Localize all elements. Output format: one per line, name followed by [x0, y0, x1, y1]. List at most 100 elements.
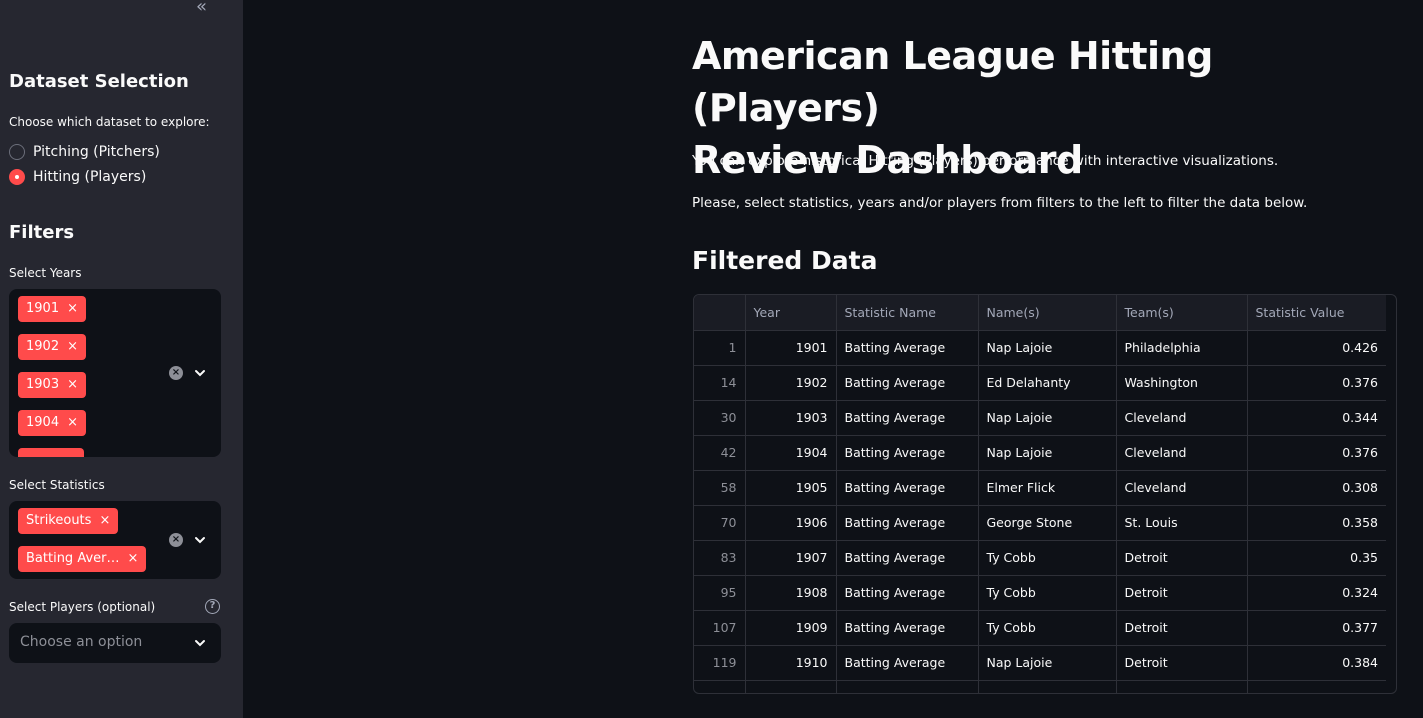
collapse-sidebar-icon[interactable]: « [196, 0, 216, 16]
table-row-partial[interactable] [694, 680, 1386, 693]
remove-tag-icon[interactable]: × [99, 508, 110, 534]
table-row[interactable]: 119 1910 Batting Average Nap Lajoie Detroit 0… [694, 645, 1386, 681]
table-cell[interactable]: Detroit [1116, 610, 1248, 646]
table-cell[interactable]: 0.376 [1247, 435, 1386, 471]
data-table[interactable]: Year Statistic Name Name(s) Team(s) Stat… [693, 294, 1397, 694]
table-cell[interactable]: Elmer Flick [978, 470, 1117, 506]
table-cell[interactable]: Batting Average [836, 470, 979, 506]
statistics-multiselect[interactable]: Strikeouts × Batting Aver… × × [9, 501, 221, 579]
table-row[interactable]: 83 1907 Batting Average Ty Cobb Detroit 0.35 [694, 540, 1386, 576]
help-icon[interactable]: ? [205, 599, 220, 614]
remove-tag-icon[interactable]: × [67, 410, 78, 436]
table-row[interactable]: 107 1909 Batting Average Ty Cobb Detroit 0.37… [694, 610, 1386, 646]
table-cell[interactable]: Detroit [1116, 540, 1248, 576]
table-row[interactable]: 58 1905 Batting Average Elmer Flick Clevelan… [694, 470, 1386, 506]
table-cell[interactable]: 0.384 [1247, 645, 1386, 681]
table-row[interactable]: 70 1906 Batting Average George Stone St. Lou… [694, 505, 1386, 541]
table-cell[interactable]: 0.426 [1247, 330, 1386, 366]
table-cell[interactable]: Ty Cobb [978, 610, 1117, 646]
players-select[interactable]: Choose an option [9, 623, 221, 663]
table-cell[interactable]: Batting Average [836, 505, 979, 541]
table-cell[interactable]: 95 [694, 575, 746, 611]
radio-checked-icon[interactable] [9, 169, 25, 185]
column-header-index[interactable] [694, 295, 746, 331]
table-cell[interactable]: Batting Average [836, 400, 979, 436]
clear-all-icon[interactable]: × [169, 533, 183, 547]
table-cell[interactable]: Batting Average [836, 540, 979, 576]
remove-tag-icon[interactable]: × [67, 372, 78, 398]
table-cell[interactable]: 1907 [745, 540, 837, 576]
table-cell[interactable] [1116, 680, 1248, 693]
radio-pitching[interactable]: Pitching (Pitchers) [9, 142, 160, 162]
table-cell[interactable]: 30 [694, 400, 746, 436]
table-cell[interactable] [836, 680, 979, 693]
table-cell[interactable]: 1906 [745, 505, 837, 541]
years-multiselect[interactable]: 1901 × 1902 × 1903 × 1904 × × [9, 289, 221, 457]
table-cell[interactable]: Batting Average [836, 645, 979, 681]
table-cell[interactable]: Cleveland [1116, 470, 1248, 506]
table-cell[interactable]: Nap Lajoie [978, 330, 1117, 366]
table-cell[interactable]: Ed Delahanty [978, 365, 1117, 401]
table-cell[interactable]: 70 [694, 505, 746, 541]
table-cell[interactable]: Batting Average [836, 330, 979, 366]
table-cell[interactable] [745, 680, 837, 693]
table-cell[interactable]: 0.376 [1247, 365, 1386, 401]
table-cell[interactable]: Philadelphia [1116, 330, 1248, 366]
table-cell[interactable]: 14 [694, 365, 746, 401]
table-cell[interactable]: 107 [694, 610, 746, 646]
table-cell[interactable]: 0.344 [1247, 400, 1386, 436]
table-cell[interactable]: St. Louis [1116, 505, 1248, 541]
table-cell[interactable]: 83 [694, 540, 746, 576]
table-cell[interactable]: Nap Lajoie [978, 645, 1117, 681]
table-cell[interactable]: Batting Average [836, 435, 979, 471]
table-cell[interactable]: Nap Lajoie [978, 435, 1117, 471]
table-row[interactable]: 14 1902 Batting Average Ed Delahanty Washing… [694, 365, 1386, 401]
table-cell[interactable]: 1909 [745, 610, 837, 646]
table-cell[interactable]: 1903 [745, 400, 837, 436]
table-row[interactable]: 1 1901 Batting Average Nap Lajoie Philadelph… [694, 330, 1386, 366]
table-cell[interactable] [694, 680, 746, 693]
table-cell[interactable]: 1901 [745, 330, 837, 366]
table-cell[interactable]: Detroit [1116, 645, 1248, 681]
table-cell[interactable]: Detroit [1116, 575, 1248, 611]
table-row[interactable]: 95 1908 Batting Average Ty Cobb Detroit 0.324 [694, 575, 1386, 611]
table-row[interactable]: 30 1903 Batting Average Nap Lajoie Cleveland… [694, 400, 1386, 436]
table-cell[interactable]: 1 [694, 330, 746, 366]
table-cell[interactable]: 0.358 [1247, 505, 1386, 541]
chevron-down-icon[interactable] [193, 366, 207, 380]
table-cell[interactable]: Batting Average [836, 610, 979, 646]
remove-tag-icon[interactable]: × [127, 546, 138, 572]
column-header-statistic-value[interactable]: Statistic Value [1247, 295, 1386, 331]
table-cell[interactable]: 1902 [745, 365, 837, 401]
table-cell[interactable]: Cleveland [1116, 435, 1248, 471]
table-cell[interactable]: Batting Average [836, 575, 979, 611]
column-header-statistic-name[interactable]: Statistic Name [836, 295, 979, 331]
table-cell[interactable]: Batting Average [836, 365, 979, 401]
radio-hitting[interactable]: Hitting (Players) [9, 167, 146, 187]
chevron-down-icon[interactable] [193, 636, 207, 650]
table-cell[interactable]: 0.308 [1247, 470, 1386, 506]
chevron-down-icon[interactable] [193, 533, 207, 547]
table-cell[interactable]: 1910 [745, 645, 837, 681]
table-row[interactable]: 42 1904 Batting Average Nap Lajoie Cleveland… [694, 435, 1386, 471]
column-header-names[interactable]: Name(s) [978, 295, 1117, 331]
table-cell[interactable]: 119 [694, 645, 746, 681]
table-cell[interactable]: 0.324 [1247, 575, 1386, 611]
table-cell[interactable] [978, 680, 1117, 693]
table-cell[interactable]: 42 [694, 435, 746, 471]
table-cell[interactable]: 0.35 [1247, 540, 1386, 576]
table-cell[interactable]: Ty Cobb [978, 575, 1117, 611]
table-cell[interactable]: 58 [694, 470, 746, 506]
table-cell[interactable] [1247, 680, 1386, 693]
column-header-teams[interactable]: Team(s) [1116, 295, 1248, 331]
table-cell[interactable]: 1904 [745, 435, 837, 471]
remove-tag-icon[interactable]: × [67, 296, 78, 322]
table-cell[interactable]: Ty Cobb [978, 540, 1117, 576]
remove-tag-icon[interactable]: × [67, 334, 78, 360]
column-header-year[interactable]: Year [745, 295, 837, 331]
clear-all-icon[interactable]: × [169, 366, 183, 380]
table-cell[interactable]: Cleveland [1116, 400, 1248, 436]
table-cell[interactable]: 1905 [745, 470, 837, 506]
table-cell[interactable]: 0.377 [1247, 610, 1386, 646]
table-cell[interactable]: 1908 [745, 575, 837, 611]
